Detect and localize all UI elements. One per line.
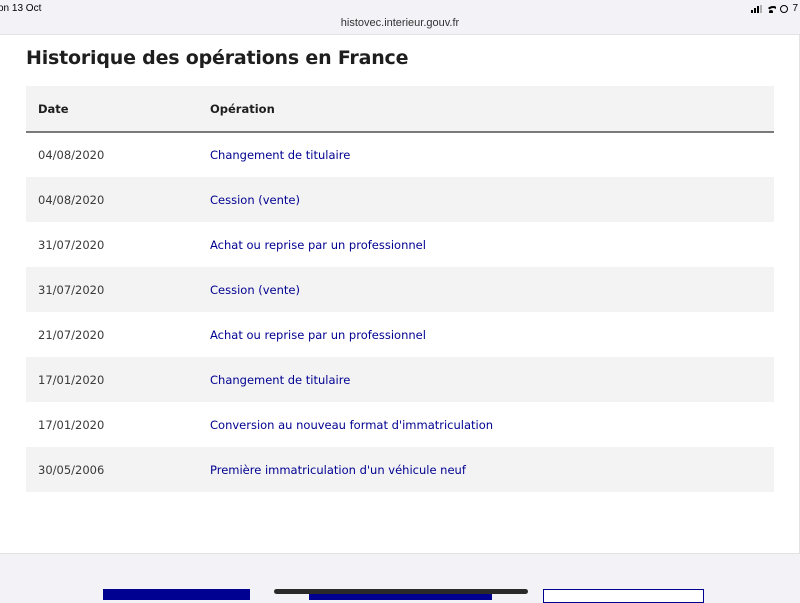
column-header-date: Date	[38, 101, 69, 116]
row-date: 17/01/2020	[38, 372, 105, 387]
row-date: 31/07/2020	[38, 282, 105, 297]
primary-action-button[interactable]	[103, 589, 250, 600]
operations-card: Historique des opérations en France Date…	[0, 34, 800, 554]
table-header-row: Date Opération	[26, 86, 774, 132]
status-icons: 7	[751, 3, 798, 14]
outline-action-button[interactable]	[543, 589, 704, 603]
table-row: 31/07/2020 Cession (vente)	[26, 267, 774, 312]
table-row: 17/01/2020 Changement de titulaire	[26, 357, 774, 402]
row-date: 30/05/2006	[38, 462, 105, 477]
row-operation: Cession (vente)	[210, 282, 300, 297]
page-title: Historique des opérations en France	[26, 47, 409, 69]
orientation-lock-icon	[780, 4, 789, 13]
url-text: histovec.interieur.gouv.fr	[340, 17, 460, 29]
row-date: 31/07/2020	[38, 237, 105, 252]
secondary-action-button[interactable]	[309, 593, 492, 600]
row-operation: Changement de titulaire	[210, 372, 351, 387]
row-operation: Conversion au nouveau format d'immatricu…	[210, 417, 494, 432]
bottom-actions	[0, 554, 800, 603]
table-row: 04/08/2020 Cession (vente)	[26, 177, 774, 222]
column-header-operation: Opération	[210, 101, 275, 116]
row-date: 21/07/2020	[38, 327, 105, 342]
battery-text: 7	[792, 3, 798, 14]
home-indicator[interactable]	[274, 589, 528, 594]
operations-table: Date Opération 04/08/2020 Changement de …	[26, 86, 774, 492]
table-row: 30/05/2006 Première immatriculation d'un…	[26, 447, 774, 492]
address-bar[interactable]: histovec.interieur.gouv.fr	[0, 14, 800, 34]
row-date: 04/08/2020	[38, 192, 105, 207]
signal-icon	[751, 4, 763, 13]
table-row: 31/07/2020 Achat ou reprise par un profe…	[26, 222, 774, 267]
row-operation: Achat ou reprise par un professionnel	[210, 327, 426, 342]
wifi-icon	[766, 5, 777, 13]
table-row: 04/08/2020 Changement de titulaire	[26, 132, 774, 177]
row-operation: Achat ou reprise par un professionnel	[210, 237, 426, 252]
table-row: 17/01/2020 Conversion au nouveau format …	[26, 402, 774, 447]
status-time: on 13 Oct	[0, 3, 42, 14]
table-row: 21/07/2020 Achat ou reprise par un profe…	[26, 312, 774, 357]
row-operation: Cession (vente)	[210, 192, 300, 207]
row-operation: Changement de titulaire	[210, 148, 351, 162]
row-operation: Première immatriculation d'un véhicule n…	[210, 462, 466, 477]
row-date: 04/08/2020	[38, 148, 105, 162]
row-date: 17/01/2020	[38, 417, 105, 432]
